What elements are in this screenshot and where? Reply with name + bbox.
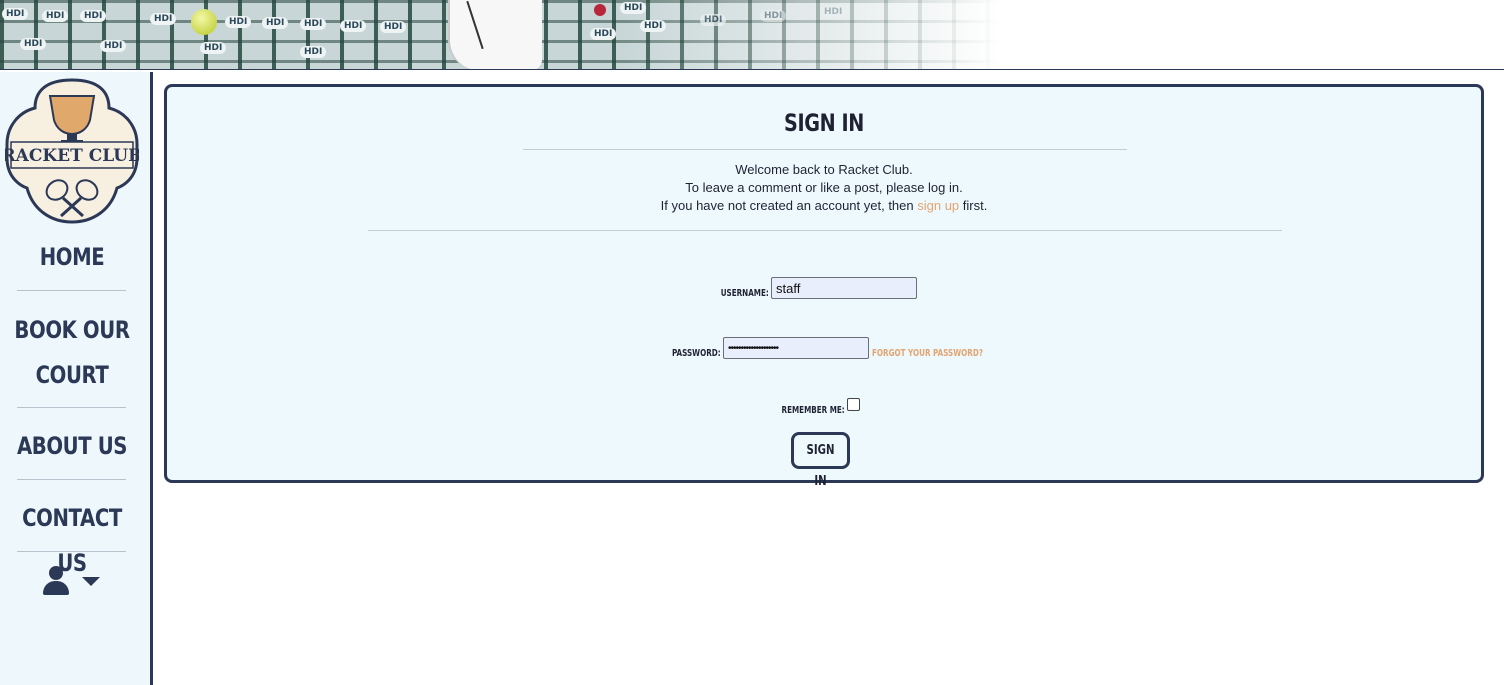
seat-sign: HDI bbox=[150, 13, 177, 25]
password-label-wrap: PASSWORD: bbox=[619, 343, 721, 361]
remember-label-wrap: REMEMBER ME: bbox=[743, 400, 845, 418]
title-divider bbox=[523, 149, 1127, 150]
username-label-wrap: USERNAME: bbox=[667, 283, 769, 301]
seat-sign: HDI bbox=[380, 21, 407, 33]
welcome-divider bbox=[368, 230, 1282, 231]
racket-grip bbox=[594, 4, 606, 16]
remember-me-label: REMEMBER ME: bbox=[781, 405, 845, 416]
forgot-password-link[interactable]: FORGOT YOUR PASSWORD? bbox=[872, 348, 983, 359]
logo-text: RACKET CLUB bbox=[5, 146, 139, 166]
seat-sign: HDI bbox=[590, 28, 617, 40]
seat-sign: HDI bbox=[700, 14, 727, 26]
seat-sign: HDI bbox=[225, 16, 252, 28]
seat-sign: HDI bbox=[300, 18, 327, 30]
welcome-line-1: Welcome back to Racket Club. bbox=[735, 162, 913, 177]
nav-book-our-court[interactable]: BOOK OUR COURT bbox=[13, 308, 131, 398]
header-divider bbox=[0, 69, 1504, 70]
user-icon-body bbox=[43, 581, 69, 595]
password-label: PASSWORD: bbox=[672, 348, 721, 359]
seat-sign: HDI bbox=[340, 20, 367, 32]
trophy-stem bbox=[67, 134, 77, 140]
seat-sign: HDI bbox=[80, 10, 107, 22]
forgot-password-wrap: FORGOT YOUR PASSWORD? bbox=[872, 343, 1026, 361]
welcome-line-3-pre: If you have not created an account yet, … bbox=[660, 198, 918, 213]
page-title: SIGN IN bbox=[784, 109, 864, 137]
user-icon-head bbox=[49, 566, 63, 580]
tennis-player bbox=[448, 0, 542, 70]
tennis-ball bbox=[191, 9, 217, 35]
racket-club-logo[interactable]: RACKET CLUB bbox=[5, 78, 139, 224]
welcome-line-3-post: first. bbox=[959, 198, 988, 213]
user-menu-dropdown[interactable] bbox=[42, 566, 102, 600]
welcome-message: Welcome back to Racket Club. To leave a … bbox=[167, 161, 1481, 215]
caret-down-icon bbox=[82, 577, 100, 586]
sign-in-button[interactable]: SIGN IN bbox=[791, 432, 850, 489]
header-banner: HDI HDI HDI HDI HDI HDI HDI HDI HDI HDI … bbox=[0, 0, 1504, 70]
welcome-line-2: To leave a comment or like a post, pleas… bbox=[685, 180, 963, 195]
sidebar-nav: RACKET CLUB HOME BOOK OUR COURT ABOUT US… bbox=[0, 72, 153, 685]
nav-divider bbox=[17, 407, 126, 408]
remember-me-checkbox[interactable] bbox=[847, 398, 860, 411]
nav-book-line2: COURT bbox=[35, 361, 109, 389]
seat-sign: HDI bbox=[640, 20, 667, 32]
seat-sign: HDI bbox=[100, 40, 127, 52]
seat-sign: HDI bbox=[620, 2, 647, 14]
signin-card: SIGN IN Welcome back to Racket Club. To … bbox=[164, 84, 1484, 489]
seat-sign: HDI bbox=[300, 46, 327, 58]
nav-divider bbox=[17, 551, 126, 552]
seat-sign: HDI bbox=[20, 38, 47, 50]
username-input[interactable]: staff bbox=[771, 277, 917, 299]
nav-about-us[interactable]: ABOUT US bbox=[13, 424, 131, 469]
nav-divider bbox=[17, 290, 126, 291]
seat-sign: HDI bbox=[262, 17, 289, 29]
password-input[interactable]: •••••••••••••••••••• bbox=[723, 337, 869, 359]
nav-home[interactable]: HOME bbox=[13, 235, 131, 280]
nav-book-line1: BOOK OUR bbox=[14, 316, 130, 344]
seat-sign: HDI bbox=[42, 10, 69, 22]
seat-sign: HDI bbox=[2, 8, 29, 20]
sign-in-button-label: SIGN IN bbox=[806, 443, 835, 489]
welcome-line-3: If you have not created an account yet, … bbox=[167, 197, 1481, 215]
seat-sign: HDI bbox=[200, 42, 227, 54]
signup-link[interactable]: sign up bbox=[917, 198, 959, 213]
nav-divider bbox=[17, 479, 126, 480]
seat-sign: HDI bbox=[820, 6, 847, 18]
seat-sign: HDI bbox=[760, 10, 787, 22]
username-label: USERNAME: bbox=[720, 288, 769, 299]
